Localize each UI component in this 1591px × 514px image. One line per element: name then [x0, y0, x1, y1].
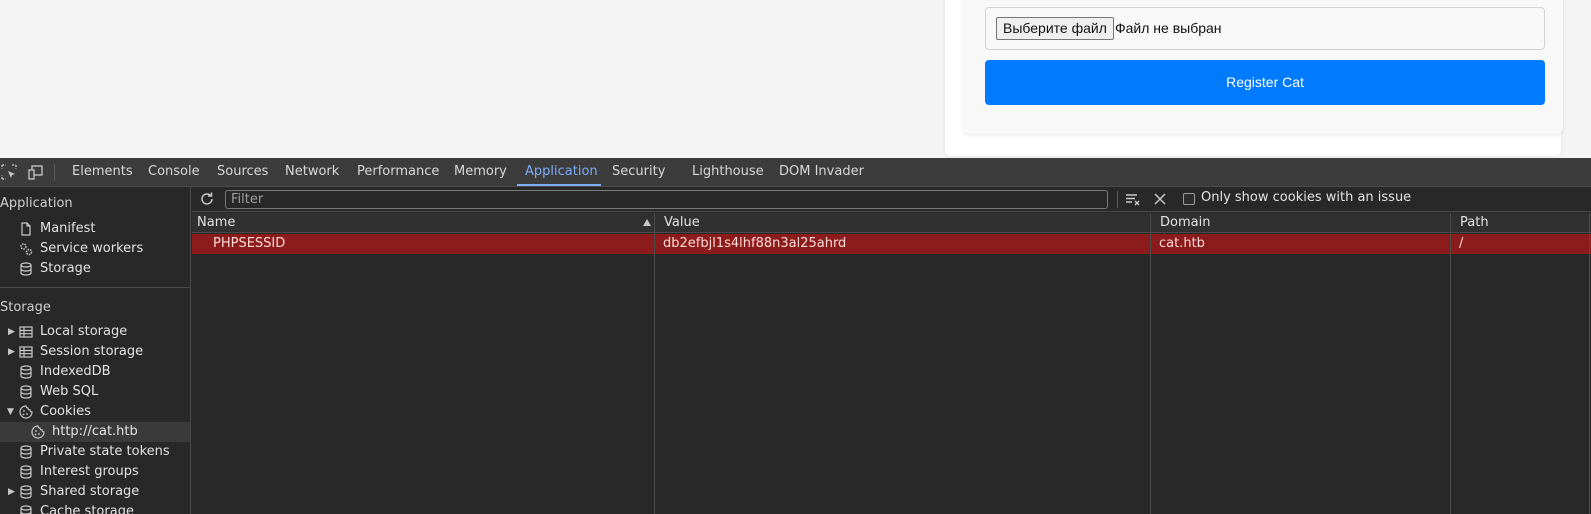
tab-lighthouse[interactable]: Lighthouse — [692, 158, 764, 186]
tab-application[interactable]: Application — [525, 158, 598, 186]
only-issues-label: Only show cookies with an issue — [1201, 190, 1412, 205]
tab-memory[interactable]: Memory — [454, 158, 507, 186]
sidebar-item-label: Storage — [40, 261, 91, 276]
file-status-text: Файл не выбран — [1115, 20, 1222, 36]
tab-security[interactable]: Security — [612, 158, 665, 186]
sidebar-item-label: Cookies — [40, 404, 91, 419]
table-row[interactable]: PHPSESSID db2efbjl1s4lhf88n3al25ahrd cat… — [192, 234, 1591, 254]
sidebar-item-label: Interest groups — [40, 464, 139, 479]
cookie-domain-cell: cat.htb — [1159, 236, 1205, 251]
expand-arrow-icon[interactable]: ▶ — [8, 482, 15, 502]
sidebar-item-label: http://cat.htb — [52, 424, 138, 439]
sidebar-item-label: Local storage — [40, 324, 128, 339]
tab-dom-invader[interactable]: DOM Invader — [779, 158, 864, 186]
web-page: Выберите файл Файл не выбран Register Ca… — [0, 0, 1591, 158]
tab-network[interactable]: Network — [285, 158, 339, 186]
sidebar-divider — [0, 287, 190, 288]
register-cat-button[interactable]: Register Cat — [985, 60, 1545, 105]
toolbar-separator — [1117, 191, 1118, 208]
sidebar-item-session-storage[interactable]: ▶ Session storage — [0, 342, 190, 362]
column-divider[interactable] — [1150, 213, 1151, 514]
tabbar-separator — [54, 164, 55, 181]
sidebar-item-indexeddb[interactable]: IndexedDB — [0, 362, 190, 382]
table-header: Name Value Domain Path — [192, 213, 1591, 233]
column-divider — [1589, 213, 1590, 514]
cookie-icon — [19, 405, 33, 419]
refresh-icon[interactable] — [199, 191, 215, 207]
database-icon — [20, 262, 32, 276]
active-tab-indicator — [517, 184, 601, 186]
sidebar-item-shared-storage[interactable]: ▶ Shared storage — [0, 482, 190, 502]
choose-file-button[interactable]: Выберите файл — [996, 17, 1114, 40]
application-sidebar: Application Manifest Service workers Sto… — [0, 187, 191, 514]
clear-filtered-cookies-icon[interactable] — [1125, 191, 1141, 207]
database-icon — [20, 485, 32, 499]
sidebar-item-interest-groups[interactable]: Interest groups — [0, 462, 190, 482]
document-icon — [21, 222, 31, 236]
sidebar-header-storage: Storage — [0, 300, 51, 315]
sidebar-item-label: Manifest — [40, 221, 96, 236]
sidebar-item-label: Private state tokens — [40, 444, 170, 459]
sidebar-item-label: Shared storage — [40, 484, 140, 499]
column-header-value[interactable]: Value — [659, 213, 700, 233]
database-icon — [20, 385, 32, 399]
sort-ascending-icon — [643, 219, 651, 226]
devtools-tabbar: Elements Console Sources Network Perform… — [0, 158, 1591, 187]
database-icon — [20, 505, 32, 514]
sidebar-item-local-storage[interactable]: ▶ Local storage — [0, 322, 190, 342]
sidebar-item-cache-storage[interactable]: Cache storage — [0, 502, 190, 514]
sidebar-item-private-state-tokens[interactable]: Private state tokens — [0, 442, 190, 462]
cookie-name-cell: PHPSESSID — [213, 236, 286, 251]
database-icon — [20, 365, 32, 379]
sidebar-item-label: Session storage — [40, 344, 144, 359]
sidebar-item-label: Web SQL — [40, 384, 99, 399]
inspect-element-icon[interactable] — [1, 164, 17, 180]
column-header-path[interactable]: Path — [1455, 213, 1489, 233]
delete-cookie-icon[interactable] — [1153, 192, 1167, 206]
gears-icon — [20, 243, 33, 256]
column-header-domain[interactable]: Domain — [1155, 213, 1210, 233]
device-toolbar-icon[interactable] — [28, 164, 44, 180]
cookie-path-cell: / — [1459, 236, 1464, 251]
cookies-toolbar: Only show cookies with an issue — [192, 187, 1591, 212]
column-divider[interactable] — [1450, 213, 1451, 514]
sidebar-item-cookies[interactable]: ▼ Cookies — [0, 402, 190, 422]
sidebar-item-manifest[interactable]: Manifest — [0, 219, 190, 239]
tab-console[interactable]: Console — [148, 158, 200, 186]
devtools-panel: Elements Console Sources Network Perform… — [0, 158, 1591, 514]
expand-arrow-icon[interactable]: ▶ — [8, 342, 15, 362]
sidebar-item-cookie-origin[interactable]: http://cat.htb — [0, 422, 190, 442]
sidebar-item-label: Cache storage — [40, 504, 134, 514]
sidebar-item-label: Service workers — [40, 241, 144, 256]
collapse-arrow-icon[interactable]: ▼ — [7, 402, 14, 422]
sidebar-item-label: IndexedDB — [40, 364, 111, 379]
tab-elements[interactable]: Elements — [72, 158, 133, 186]
column-divider[interactable] — [654, 213, 655, 514]
table-icon — [19, 346, 33, 358]
file-input-field[interactable]: Выберите файл Файл не выбран — [985, 7, 1545, 50]
sidebar-item-web-sql[interactable]: Web SQL — [0, 382, 190, 402]
sidebar-header-application: Application — [0, 196, 73, 211]
database-icon — [20, 445, 32, 459]
sidebar-item-storage[interactable]: Storage — [0, 259, 190, 279]
tab-sources[interactable]: Sources — [217, 158, 268, 186]
column-header-name[interactable]: Name — [192, 213, 235, 233]
expand-arrow-icon[interactable]: ▶ — [8, 322, 15, 342]
cookie-filter-input[interactable] — [225, 190, 1108, 209]
sidebar-item-service-workers[interactable]: Service workers — [0, 239, 190, 259]
only-issues-checkbox[interactable] — [1183, 193, 1195, 205]
cookie-icon — [31, 425, 45, 439]
database-icon — [20, 465, 32, 479]
cookie-value-cell: db2efbjl1s4lhf88n3al25ahrd — [663, 236, 847, 251]
table-icon — [19, 326, 33, 338]
cookies-table: Name Value Domain Path PHPSESSID db2efbj… — [192, 213, 1591, 514]
tab-performance[interactable]: Performance — [357, 158, 439, 186]
